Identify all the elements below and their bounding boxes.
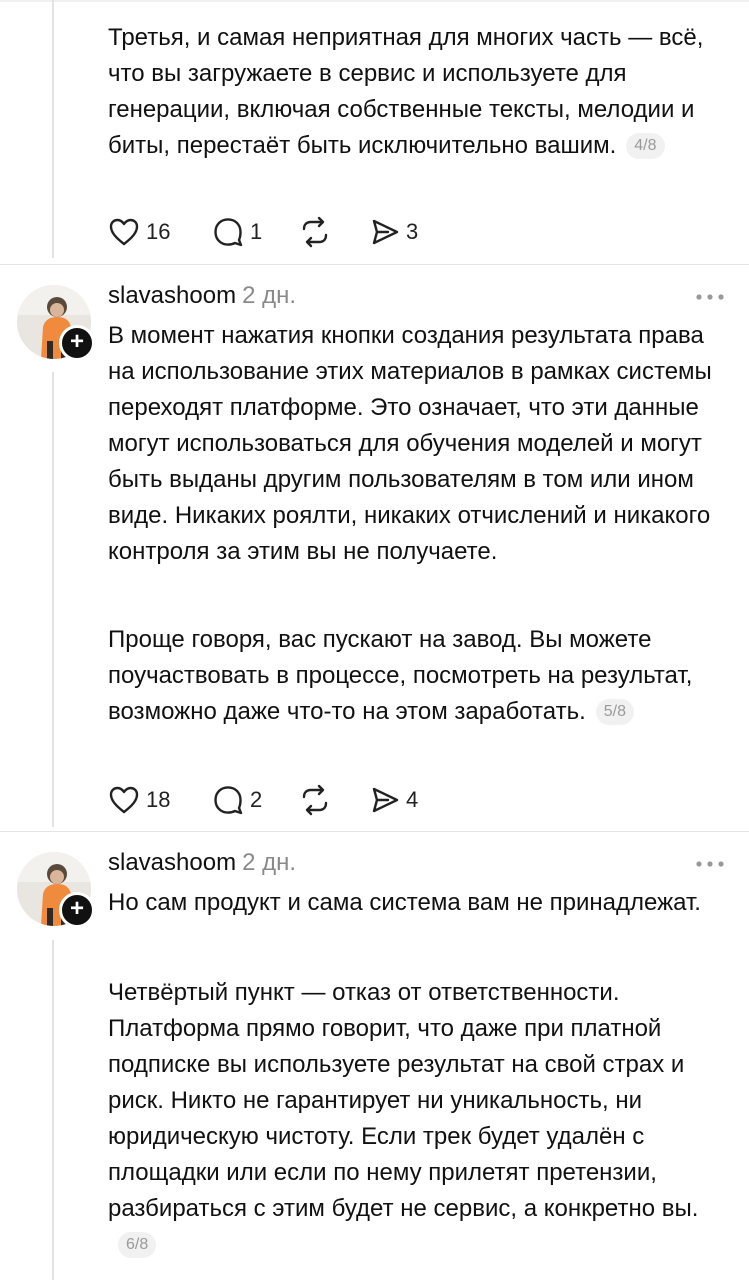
divider (0, 831, 749, 832)
follow-plus-icon[interactable]: + (59, 325, 95, 361)
like-button[interactable]: 18 (108, 780, 170, 820)
repost-button[interactable] (298, 780, 332, 820)
send-icon (372, 787, 399, 813)
post-3-paragraph-2: Четвёртый пункт — отказ от ответственнос… (108, 975, 733, 1263)
thread-line-post-2 (52, 372, 54, 827)
reply-button[interactable]: 2 (212, 780, 262, 820)
thread-line-post-3 (52, 940, 54, 1280)
send-icon (372, 219, 399, 245)
post-3-paragraph-1: Но сам продукт и сама система вам не при… (108, 889, 701, 916)
timestamp: 2 дн. (242, 282, 297, 309)
follow-plus-icon[interactable]: + (59, 892, 95, 928)
divider (0, 264, 749, 265)
post-2-pager: 5/8 (595, 699, 634, 725)
post-3-header: slavashoom 2 дн. (108, 849, 296, 879)
comment-icon (214, 218, 243, 247)
like-button[interactable]: 16 (108, 212, 170, 252)
reply-count: 1 (250, 219, 263, 244)
post-top-pager: 4/8 (626, 133, 665, 159)
like-count: 16 (146, 219, 171, 244)
repost-icon (302, 216, 328, 248)
more-dots-icon[interactable] (695, 292, 725, 302)
like-count: 18 (146, 787, 171, 812)
share-count: 3 (406, 219, 419, 244)
post-2-header: slavashoom 2 дн. (108, 282, 296, 312)
top-edge (0, 0, 749, 2)
reply-count: 2 (250, 787, 263, 812)
share-button[interactable]: 4 (370, 780, 418, 820)
more-dots-icon[interactable] (695, 859, 725, 869)
share-count: 4 (406, 787, 419, 812)
timestamp: 2 дн. (242, 849, 297, 876)
comment-icon (214, 786, 243, 815)
author-name[interactable]: slavashoom (108, 849, 236, 876)
heart-icon (109, 218, 139, 246)
repost-button[interactable] (298, 212, 332, 252)
avatar[interactable]: + (17, 285, 95, 361)
reply-button[interactable]: 1 (212, 212, 262, 252)
avatar[interactable]: + (17, 852, 95, 928)
heart-icon (109, 786, 139, 814)
post-2-paragraph-1: В момент нажатия кнопки создания результ… (108, 322, 712, 565)
thread-line-top (52, 0, 54, 258)
author-name[interactable]: slavashoom (108, 282, 236, 309)
repost-icon (302, 784, 328, 816)
post-3-pager: 6/8 (118, 1232, 157, 1258)
post-2-paragraph-2: Проще говоря, вас пускают на завод. Вы м… (108, 626, 693, 725)
post-top-text: Третья, и самая неприятная для многих ча… (108, 24, 704, 159)
share-button[interactable]: 3 (370, 212, 418, 252)
